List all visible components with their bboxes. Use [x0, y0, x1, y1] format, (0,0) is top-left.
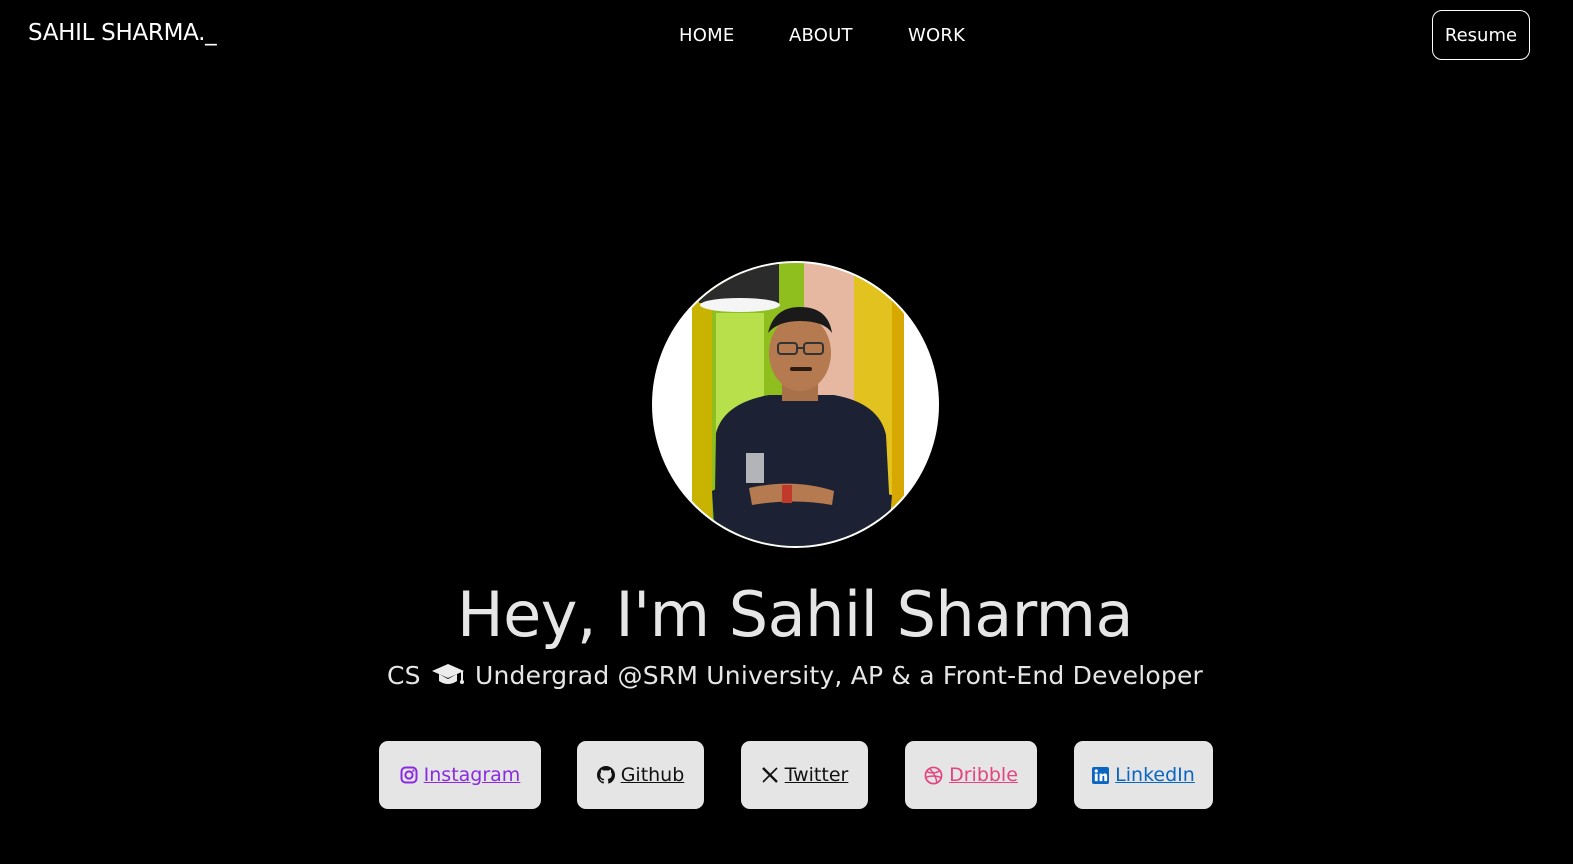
- twitter-button[interactable]: Twitter: [741, 741, 868, 809]
- x-icon: [761, 766, 779, 784]
- nav-home[interactable]: HOME: [679, 25, 789, 46]
- linkedin-icon: [1092, 766, 1110, 784]
- profile-photo: [652, 261, 939, 548]
- github-icon: [596, 766, 615, 784]
- site-logo[interactable]: SAHIL SHARMA._: [28, 20, 217, 46]
- hero-title: Hey, I'm Sahil Sharma: [456, 578, 1134, 651]
- dribbble-label: Dribble: [949, 764, 1018, 786]
- github-label: Github: [620, 764, 685, 786]
- github-button[interactable]: Github: [577, 741, 704, 809]
- dribbble-icon: [924, 766, 943, 785]
- linkedin-button[interactable]: LinkedIn: [1074, 741, 1213, 809]
- twitter-label: Twitter: [784, 764, 849, 786]
- subtitle-text: Undergrad @SRM University, AP & a Front-…: [475, 661, 1204, 690]
- hero-subtitle: CS Undergrad @SRM University, AP & a Fro…: [0, 661, 1573, 694]
- instagram-icon: [400, 766, 418, 784]
- resume-button[interactable]: Resume: [1432, 10, 1530, 60]
- nav-about[interactable]: ABOUT: [789, 25, 908, 46]
- subtitle-prefix: CS: [386, 661, 421, 690]
- main-nav: HOME ABOUT WORK: [679, 25, 978, 46]
- nav-work[interactable]: WORK: [908, 25, 978, 46]
- graduation-cap-icon: [431, 662, 465, 694]
- page: SAHIL SHARMA._ HOME ABOUT WORK Resume He…: [0, 0, 1573, 864]
- instagram-label: Instagram: [423, 764, 521, 786]
- instagram-button[interactable]: Instagram: [379, 741, 541, 809]
- linkedin-label: LinkedIn: [1115, 764, 1195, 786]
- dribbble-button[interactable]: Dribble: [905, 741, 1037, 809]
